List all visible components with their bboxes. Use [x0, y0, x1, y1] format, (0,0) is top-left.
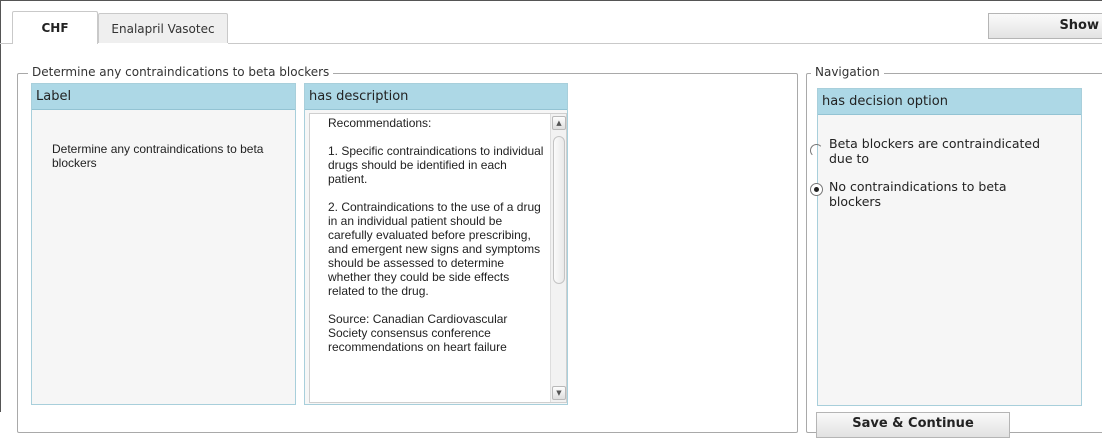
option-label: No contraindications to beta blockers — [829, 179, 1007, 209]
scroll-up-arrow-icon[interactable]: ▲ — [552, 116, 566, 130]
radio-unchecked-icon[interactable] — [810, 144, 823, 157]
tab-enalapril-vasotec[interactable]: Enalapril Vasotec — [98, 13, 228, 43]
description-paragraph: 2. Contraindications to the use of a dru… — [328, 200, 541, 298]
option-label: Beta blockers are contraindicated due to — [829, 136, 1041, 166]
vertical-scrollbar[interactable]: ▲ ▼ — [550, 114, 566, 402]
navigation-legend: Navigation — [811, 65, 884, 79]
tab-chf[interactable]: CHF — [12, 11, 98, 44]
tab-label: CHF — [41, 21, 69, 35]
decision-option-header: has decision option — [818, 89, 1081, 115]
decision-option-contraindicated[interactable]: Beta blockers are contraindicated due to — [810, 136, 1060, 166]
scroll-thumb[interactable] — [553, 136, 565, 284]
radio-checked-icon[interactable] — [810, 183, 823, 196]
scroll-down-arrow-icon[interactable]: ▼ — [552, 386, 566, 400]
description-paragraph: Recommendations: — [328, 116, 432, 130]
save-continue-button[interactable]: Save & Continue — [816, 412, 1010, 438]
tab-strip-line — [228, 43, 1102, 44]
tab-label: Enalapril Vasotec — [111, 21, 215, 36]
tab-strip-line — [0, 43, 12, 44]
description-panel: has description Recommendations: 1. Spec… — [304, 83, 568, 405]
label-text: Determine any contraindications to beta … — [52, 142, 264, 170]
description-panel-header: has description — [305, 84, 567, 110]
label-panel: Label Determine any contraindications to… — [31, 83, 296, 405]
decision-option-no-contraindications[interactable]: No contraindications to beta blockers — [810, 179, 1060, 209]
label-panel-header: Label — [32, 84, 295, 110]
description-scroll-area[interactable]: Recommendations: 1. Specific contraindic… — [309, 113, 567, 403]
description-paragraph: 1. Specific contraindications to individ… — [328, 144, 544, 186]
description-paragraph: Source: Canadian Cardiovascular Society … — [328, 312, 508, 354]
show-button[interactable]: Show — [988, 13, 1102, 39]
fieldset-legend: Determine any contraindications to beta … — [28, 65, 334, 79]
description-text: Recommendations: 1. Specific contraindic… — [328, 116, 546, 368]
